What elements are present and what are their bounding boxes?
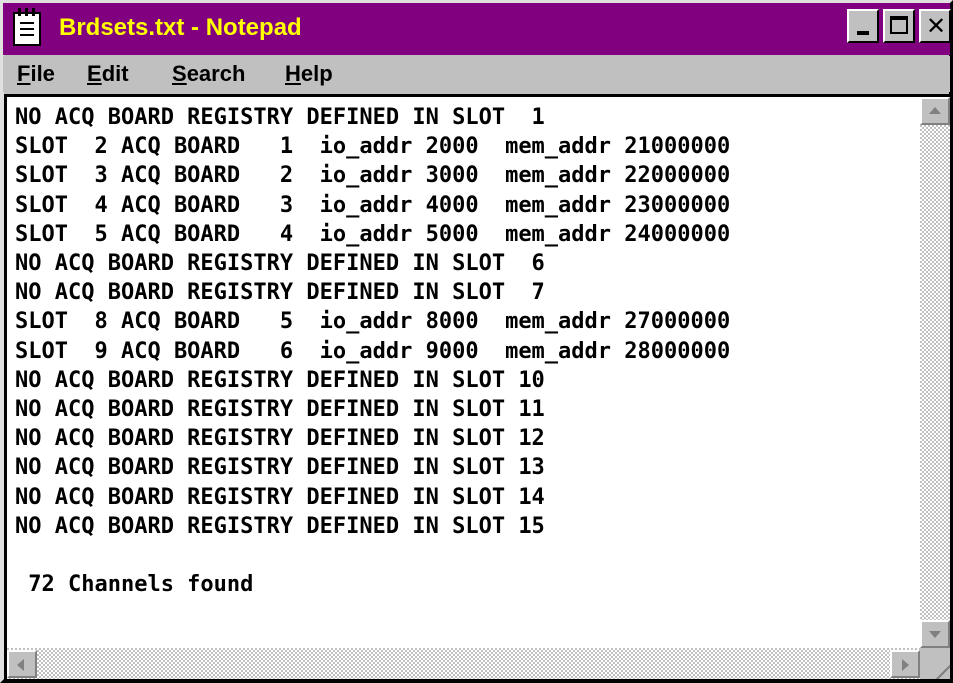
scroll-right-button[interactable] — [890, 650, 920, 678]
title-bar[interactable]: Brdsets.txt - Notepad ✕ — [3, 3, 951, 55]
channels-found-line: 72 Channels found — [15, 572, 254, 598]
text-line: NO ACQ BOARD REGISTRY DEFINED IN SLOT 10 — [15, 367, 545, 393]
menu-help-label: elp — [300, 61, 333, 86]
scroll-down-button[interactable] — [920, 620, 950, 648]
close-icon: ✕ — [925, 12, 947, 40]
scroll-up-button[interactable] — [920, 97, 950, 125]
menu-search-label: earch — [186, 61, 246, 86]
scroll-up-arrow-icon — [929, 107, 941, 114]
minimize-button[interactable] — [847, 9, 879, 43]
text-line: NO ACQ BOARD REGISTRY DEFINED IN SLOT 14 — [15, 484, 545, 510]
text-line: SLOT 3 ACQ BOARD 2 io_addr 3000 mem_addr… — [15, 163, 731, 189]
text-line: NO ACQ BOARD REGISTRY DEFINED IN SLOT 6 — [15, 251, 545, 277]
text-line: SLOT 5 ACQ BOARD 4 io_addr 5000 mem_addr… — [15, 221, 731, 247]
editor-content[interactable]: NO ACQ BOARD REGISTRY DEFINED IN SLOT 1 … — [15, 103, 730, 599]
window-title: Brdsets.txt - Notepad — [59, 14, 302, 41]
menu-file-label: ile — [30, 61, 55, 86]
menu-file-accel: F — [17, 61, 31, 86]
menu-edit-label: dit — [101, 61, 129, 86]
text-line: NO ACQ BOARD REGISTRY DEFINED IN SLOT 11 — [15, 397, 545, 423]
menu-bar: File Edit Search Help — [3, 56, 950, 92]
vertical-scrollbar[interactable] — [920, 94, 950, 648]
menu-edit-accel: E — [87, 61, 102, 86]
scroll-left-arrow-icon — [17, 659, 24, 671]
text-line: NO ACQ BOARD REGISTRY DEFINED IN SLOT 15 — [15, 513, 545, 539]
text-line: NO ACQ BOARD REGISTRY DEFINED IN SLOT 7 — [15, 280, 545, 306]
menu-help[interactable]: Help — [285, 60, 333, 88]
menu-edit[interactable]: Edit — [87, 60, 129, 88]
menu-search-accel: S — [172, 61, 187, 86]
menu-file[interactable]: File — [17, 60, 55, 88]
menu-help-accel: H — [285, 61, 301, 86]
text-line: SLOT 4 ACQ BOARD 3 io_addr 4000 mem_addr… — [15, 192, 731, 218]
minimize-icon — [857, 31, 869, 35]
scroll-left-button[interactable] — [7, 650, 37, 678]
menu-search[interactable]: Search — [172, 60, 245, 88]
text-line: SLOT 8 ACQ BOARD 5 io_addr 8000 mem_addr… — [15, 309, 731, 335]
notepad-icon[interactable] — [13, 8, 41, 46]
text-line: NO ACQ BOARD REGISTRY DEFINED IN SLOT 1 — [15, 105, 545, 130]
maximize-icon — [890, 16, 908, 34]
scroll-down-arrow-icon — [929, 631, 941, 638]
text-line: SLOT 2 ACQ BOARD 1 io_addr 2000 mem_addr… — [15, 134, 731, 160]
maximize-button[interactable] — [883, 9, 915, 43]
text-editor-area[interactable]: NO ACQ BOARD REGISTRY DEFINED IN SLOT 1 … — [4, 94, 920, 648]
scroll-right-arrow-icon — [902, 659, 909, 671]
text-line: NO ACQ BOARD REGISTRY DEFINED IN SLOT 12 — [15, 426, 545, 452]
resize-grip-icon[interactable] — [920, 648, 950, 679]
text-line: SLOT 9 ACQ BOARD 6 io_addr 9000 mem_addr… — [15, 338, 731, 364]
close-button[interactable]: ✕ — [919, 9, 951, 43]
horizontal-scrollbar[interactable] — [4, 648, 920, 679]
text-line: NO ACQ BOARD REGISTRY DEFINED IN SLOT 13 — [15, 455, 545, 481]
